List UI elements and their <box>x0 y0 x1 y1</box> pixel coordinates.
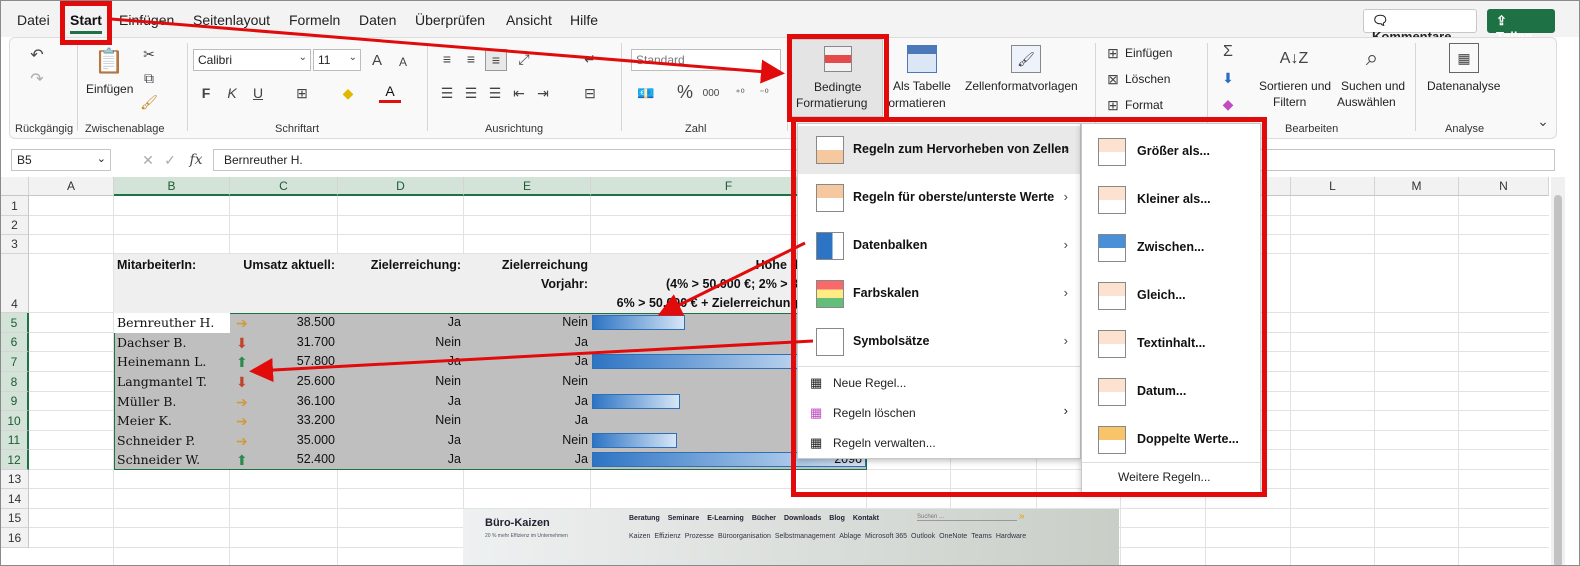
annotation-arrows <box>110 17 814 383</box>
arrow-iconsets-to-icon <box>249 339 814 383</box>
arrow-start-to-cond-format <box>110 17 785 84</box>
excel-window: Datei Start Einfügen Seitenlayout Formel… <box>0 0 1580 566</box>
arrow-databars-to-bar <box>657 241 806 316</box>
